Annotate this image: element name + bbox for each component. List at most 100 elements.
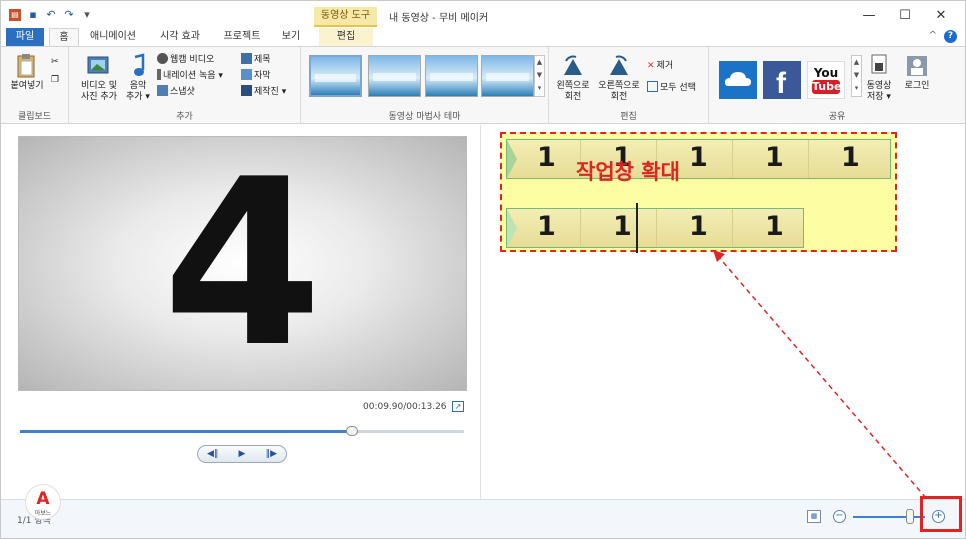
- save-movie-button[interactable]: 동영상 저장 ▾: [861, 53, 897, 103]
- zoom-out-icon[interactable]: −: [833, 510, 846, 523]
- onedrive-share-button[interactable]: [719, 61, 757, 99]
- ribbon-tabs: 파일 홈 애니메이션 시각 효과 프로젝트 보기 편집 ^ ?: [1, 28, 965, 46]
- caption-label: 자막: [254, 71, 271, 81]
- paste-button[interactable]: 붙여넣기: [7, 53, 47, 92]
- themes-group-label: 동영상 마법사 테마: [388, 112, 461, 122]
- user-icon: [907, 56, 927, 76]
- record-narration-button[interactable]: 내레이션 녹음 ▾: [157, 69, 223, 83]
- tab-animations[interactable]: 애니메이션: [85, 28, 141, 46]
- title-bar: ▤ ▪ ↶ ↷ ▾ 동영상 도구 내 동영상 - 무비 메이커 — ☐ ✕: [1, 1, 965, 31]
- video-tools-context-tab: 동영상 도구: [314, 7, 377, 27]
- seek-progress: [20, 430, 352, 433]
- tab-project[interactable]: 프로젝트: [217, 28, 267, 46]
- rotate-left-icon: [564, 55, 582, 75]
- frame-digit: 1: [537, 211, 556, 242]
- snapshot-icon: [157, 85, 168, 96]
- theme-thumbnail-2[interactable]: [368, 55, 421, 97]
- collapse-ribbon-icon[interactable]: ^: [929, 30, 937, 41]
- youtube-share-button[interactable]: You Tube: [807, 61, 845, 99]
- caption-icon: [241, 69, 252, 80]
- video-preview[interactable]: 4: [18, 136, 467, 391]
- editing-group-label: 편집: [620, 112, 637, 122]
- theme-thumbnail-4[interactable]: [481, 55, 534, 97]
- next-frame-icon[interactable]: ‖▶: [258, 449, 284, 459]
- group-clipboard: 붙여넣기 ✂ ❐ 클립보드: [1, 47, 69, 124]
- facebook-share-button[interactable]: f: [763, 61, 801, 100]
- storyboard-highlight-box: 1 1 1 1 1 1 1 1 1: [500, 132, 897, 253]
- app-menu-icon[interactable]: ▤: [9, 9, 21, 21]
- customize-qat-icon[interactable]: ▾: [81, 9, 93, 21]
- facebook-icon: f: [776, 67, 787, 100]
- narration-label: 내레이션 녹음 ▾: [163, 71, 223, 81]
- tab-edit[interactable]: 편집: [319, 28, 373, 46]
- minimize-button[interactable]: —: [851, 5, 887, 27]
- rotate-left-label-1: 왼쪽으로: [556, 81, 590, 91]
- clip-strip-row-1[interactable]: 1 1 1 1 1: [506, 139, 891, 179]
- rotate-left-button[interactable]: 왼쪽으로 회전: [553, 53, 593, 103]
- help-icon[interactable]: ?: [944, 30, 957, 43]
- previous-frame-icon[interactable]: ◀‖: [200, 449, 226, 459]
- thumbnail-size-icon[interactable]: ▦: [807, 510, 821, 523]
- seek-thumb[interactable]: [345, 426, 358, 436]
- group-automovie-themes: ▲ ▼ ▾ 동영상 마법사 테마: [301, 47, 549, 124]
- zoom-slider-track[interactable]: [853, 516, 925, 518]
- credits-icon: [241, 85, 252, 96]
- clip-strip-row-2[interactable]: 1 1 1 1: [506, 203, 804, 253]
- caption-button[interactable]: 자막: [241, 69, 271, 83]
- title-label: 제목: [254, 55, 271, 65]
- theme-thumbnail-3[interactable]: [425, 55, 478, 97]
- preview-pane: 4 00:09.90/00:13.26 ↗ ◀‖ ▶ ‖▶: [1, 125, 481, 499]
- rotate-right-label-1: 오른쪽으로: [598, 81, 640, 91]
- frame-digit: 1: [689, 142, 708, 173]
- rotate-right-label-2: 회전: [610, 92, 628, 102]
- theme-thumbnail-1[interactable]: [309, 55, 362, 97]
- zoom-slider-thumb[interactable]: [906, 509, 914, 524]
- cut-icon[interactable]: ✂: [51, 55, 59, 69]
- group-add: 비디오 및 사진 추가 음악 추가 ▾ 웹캠 비디오 내레이션 녹음 ▾ 스냅샷…: [69, 47, 301, 124]
- themes-gallery-scroll[interactable]: ▲ ▼ ▾: [534, 55, 545, 97]
- copy-icon[interactable]: ❐: [51, 73, 59, 87]
- cloud-icon: [725, 72, 751, 86]
- maximize-button[interactable]: ☐: [887, 5, 923, 27]
- remove-button[interactable]: ✕ 제거: [647, 59, 673, 73]
- zoom-in-icon[interactable]: +: [932, 510, 945, 523]
- select-all-button[interactable]: 모두 선택: [647, 81, 696, 95]
- window-title: 내 동영상 - 무비 메이커: [389, 13, 489, 24]
- frame-digit: 1: [765, 211, 784, 242]
- tab-visual-effects[interactable]: 시각 효과: [151, 28, 209, 46]
- sign-in-button[interactable]: 로그인: [899, 53, 935, 92]
- sign-in-label: 로그인: [904, 81, 930, 91]
- add-music-button[interactable]: 음악 추가 ▾: [123, 53, 153, 103]
- add-videos-photos-button[interactable]: 비디오 및 사진 추가: [77, 53, 121, 103]
- microphone-icon: [157, 69, 161, 80]
- seek-bar[interactable]: [20, 426, 464, 436]
- title-button[interactable]: 제목: [241, 53, 271, 67]
- preview-frame-digit: 4: [162, 136, 323, 391]
- snapshot-button[interactable]: 스냅샷: [157, 85, 195, 99]
- close-button[interactable]: ✕: [923, 5, 959, 27]
- logo-text: 아보느: [34, 510, 52, 517]
- title-icon: [241, 53, 252, 64]
- undo-icon[interactable]: ↶: [45, 9, 57, 21]
- webcam-video-button[interactable]: 웹캠 비디오: [157, 53, 214, 67]
- rotate-left-label-2: 회전: [564, 92, 582, 102]
- paste-label: 붙여넣기: [10, 81, 44, 91]
- clipboard-group-label: 클립보드: [17, 112, 52, 122]
- save-icon[interactable]: ▪: [27, 9, 39, 21]
- annotation-enlarge-workspace: 작업창 확대: [576, 160, 680, 184]
- tab-view[interactable]: 보기: [275, 28, 307, 46]
- add-videos-label-2: 사진 추가: [81, 92, 117, 102]
- frame-digit: 1: [613, 211, 632, 242]
- rotate-right-button[interactable]: 오른쪽으로 회전: [595, 53, 643, 103]
- play-icon[interactable]: ▶: [229, 449, 255, 459]
- playhead-indicator[interactable]: [636, 203, 638, 253]
- fullscreen-icon[interactable]: ↗: [452, 401, 464, 412]
- frame-digit: 1: [689, 211, 708, 242]
- tab-file[interactable]: 파일: [6, 28, 44, 46]
- redo-icon[interactable]: ↷: [63, 9, 75, 21]
- credits-button[interactable]: 제작진 ▾: [241, 85, 286, 99]
- tab-home[interactable]: 홈: [49, 28, 79, 46]
- select-all-icon: [647, 81, 658, 92]
- clip-frame: 1: [735, 209, 803, 247]
- frame-digit: 1: [765, 142, 784, 173]
